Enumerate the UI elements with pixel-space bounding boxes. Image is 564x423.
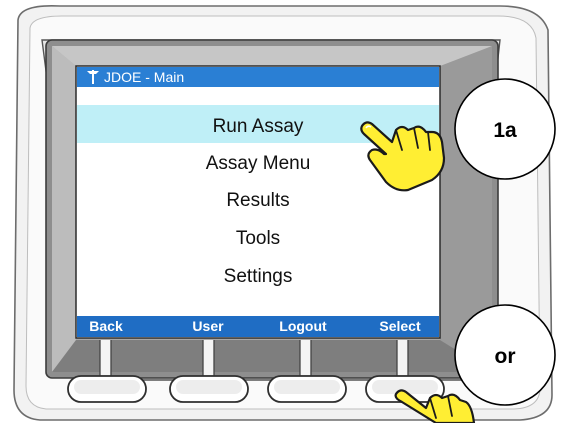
- lcd-screen: JDOE - Main Run Assay Assay Menu Results…: [75, 65, 441, 339]
- menu-item-tools[interactable]: Tools: [236, 228, 280, 249]
- screen-title: JDOE - Main: [104, 69, 184, 85]
- menu-item-results[interactable]: Results: [226, 190, 289, 211]
- softkey-label-logout: Logout: [279, 318, 327, 334]
- softkey-label-select: Select: [379, 318, 421, 334]
- softkey-button-logout[interactable]: [267, 375, 347, 403]
- softkey-label-back: Back: [89, 318, 123, 334]
- menu-item-settings[interactable]: Settings: [224, 266, 293, 287]
- menu-item-assay-menu[interactable]: Assay Menu: [206, 153, 311, 174]
- callout-or: or: [454, 304, 556, 406]
- softkey-label-user: User: [192, 318, 224, 334]
- callout-label-1a: 1a: [493, 119, 517, 142]
- title-bar: JDOE - Main: [77, 67, 439, 87]
- callout-label-or: or: [495, 345, 516, 368]
- softkey-button-back[interactable]: [67, 375, 147, 403]
- softkey-button-user[interactable]: [169, 375, 249, 403]
- softkey-bar: Back User Logout Select: [77, 316, 439, 337]
- callout-step-1a: 1a: [454, 78, 556, 180]
- menu-item-run-assay[interactable]: Run Assay: [213, 116, 304, 137]
